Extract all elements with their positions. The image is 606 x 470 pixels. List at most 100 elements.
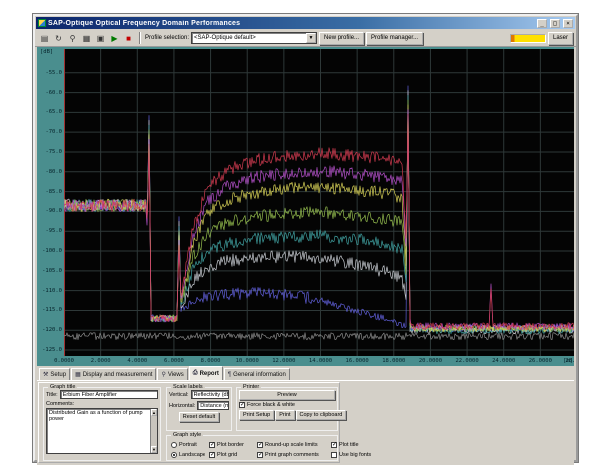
run-icon: ▶ [111,34,117,43]
laser-button[interactable]: Laser [548,32,573,45]
option-label: Landscape [179,452,205,458]
printer-icon: ⎙ [193,370,198,377]
series-pump-level-7 [64,86,574,332]
check-box[interactable]: ✓ [257,452,263,458]
horizontal-label: Horizontal: [169,403,195,409]
scroll-down-icon[interactable]: ▼ [151,446,157,453]
check-box[interactable]: ✓ [331,442,337,448]
tab-display-and-measurement[interactable]: ▦Display and measurement [71,368,156,380]
info-icon: ¶ [228,372,231,378]
force-bw-checkbox[interactable]: ✓ [239,402,245,408]
reset-default-button[interactable]: Reset default [179,412,219,422]
comments-input[interactable]: Distributed Gain as a function of pump p… [46,408,158,454]
check-box[interactable]: ✓ [257,442,263,448]
checkbox-plot-title[interactable]: ✓Plot title [331,442,381,448]
maximize-button[interactable]: □ [550,19,560,28]
horizontal-input[interactable]: Distance (m) [197,401,229,410]
series-pump-level-1 [64,114,574,329]
table-icon: ▦ [75,371,81,378]
check-box[interactable]: ✓ [209,442,215,448]
title-label: Title: [46,392,58,398]
new-profile-button[interactable]: New profile... [319,32,364,45]
checkbox-use-big-fonts[interactable]: Use big fonts [331,452,381,458]
minimize-button[interactable]: _ [537,19,547,28]
close-button[interactable]: × [563,19,573,28]
tab-report[interactable]: ⎙Report [189,366,223,380]
comments-scrollbar[interactable]: ▲ ▼ [150,409,157,453]
bottom-area: Graph title Title: Erbium Fiber Amplifie… [37,381,574,465]
print-button[interactable]: Print [275,410,294,420]
x-tick-label: 20.0000 [416,358,444,364]
option-label: Plot border [217,442,244,448]
toolbar-button-refresh[interactable]: ↻ [52,32,65,45]
x-tick-label: 16.0000 [343,358,371,364]
x-tick-label: 14.0000 [307,358,335,364]
toolbar-button-layout[interactable]: ▦ [80,32,93,45]
y-tick-label: -105.0 [38,268,62,274]
series-pump-level-4 [64,100,574,332]
tab-setup[interactable]: ⚒Setup [39,368,70,380]
plot-area[interactable] [64,49,574,356]
toolbar-button-open[interactable]: ▤ [38,32,51,45]
zoom-icon: ⚲ [70,34,76,43]
printer-group: Printer Preview ✓ Force black & white Pr… [236,387,338,431]
graph-title-group: Graph title Title: Erbium Fiber Amplifie… [43,387,161,461]
series-pump-level-3 [64,105,574,332]
radio-portrait[interactable]: Portrait [171,442,205,448]
y-tick-label: -100.0 [38,248,62,254]
toolbar: ▤↻⚲▦▣▶■ Profile selection: <SAP-Optique … [35,30,576,47]
open-icon: ▤ [41,34,49,43]
x-tick-label: 22.0000 [453,358,481,364]
x-tick-label: 2.0000 [87,358,115,364]
display-icon: ▣ [97,34,105,43]
title-input[interactable]: Erbium Fiber Amplifier [60,390,158,399]
toolbar-button-stop[interactable]: ■ [122,32,135,45]
app-icon [38,19,46,27]
tab-label: Views [168,372,184,378]
x-tick-label: 8.0000 [197,358,225,364]
tabstrip: ⚒Setup▦Display and measurement⚲Views⎙Rep… [37,366,574,381]
check-box[interactable] [331,452,337,458]
radio-landscape[interactable]: Landscape [171,452,205,458]
x-tick-label: 4.0000 [123,358,151,364]
graph-title-group-label: Graph title [48,384,77,390]
radio-box[interactable] [171,452,177,458]
tab-label: General information [233,372,286,378]
checkbox-round-up-scale-limits[interactable]: ✓Round-up scale limits [257,442,327,448]
tab-general-information[interactable]: ¶General information [224,368,290,380]
checkbox-plot-border[interactable]: ✓Plot border [209,442,253,448]
y-tick-label: -85.0 [38,189,62,195]
print-setup-button[interactable]: Print Setup [239,410,274,420]
checkbox-plot-grid[interactable]: ✓Plot grid [209,452,253,458]
tab-label: Display and measurement [83,372,153,378]
toolbar-button-run[interactable]: ▶ [108,32,121,45]
radio-box[interactable] [171,442,177,448]
tab-views[interactable]: ⚲Views [157,368,187,380]
y-tick-label: -125.0 [38,347,62,353]
vertical-input[interactable]: Reflectivity (dB) [191,390,229,399]
option-label: Plot grid [217,452,237,458]
comments-label: Comments: [46,401,74,407]
y-tick-label: -110.0 [38,288,62,294]
preview-button[interactable]: Preview [239,390,335,400]
profile-select[interactable]: <SAP-Optique default> ▼ [191,32,317,44]
toolbar-button-display[interactable]: ▣ [94,32,107,45]
profile-manager-button[interactable]: Profile manager... [366,32,423,45]
stop-icon: ■ [126,34,131,43]
titlebar[interactable]: SAP-Optique Optical Frequency Domain Per… [36,17,575,29]
graph-frame: [dB] [m] -55.0-60.0-65.0-70.0-75.0-80.0-… [37,47,574,366]
x-tick-label: 10.0000 [233,358,261,364]
chevron-down-icon[interactable]: ▼ [306,33,316,43]
checkbox-print-graph-comments[interactable]: ✓Print graph comments [257,452,327,458]
x-tick-label: 12.0000 [270,358,298,364]
scroll-up-icon[interactable]: ▲ [151,409,157,416]
vertical-label: Vertical: [169,392,189,398]
chart [64,49,574,356]
scale-labels-group-label: Scale labels [171,384,205,390]
check-box[interactable]: ✓ [209,452,215,458]
refresh-icon: ↻ [55,34,62,43]
y-tick-label: -75.0 [38,149,62,155]
option-label: Round-up scale limits [265,442,318,448]
toolbar-button-zoom[interactable]: ⚲ [66,32,79,45]
copy-to-clipboard-button[interactable]: Copy to clipboard [296,410,347,420]
